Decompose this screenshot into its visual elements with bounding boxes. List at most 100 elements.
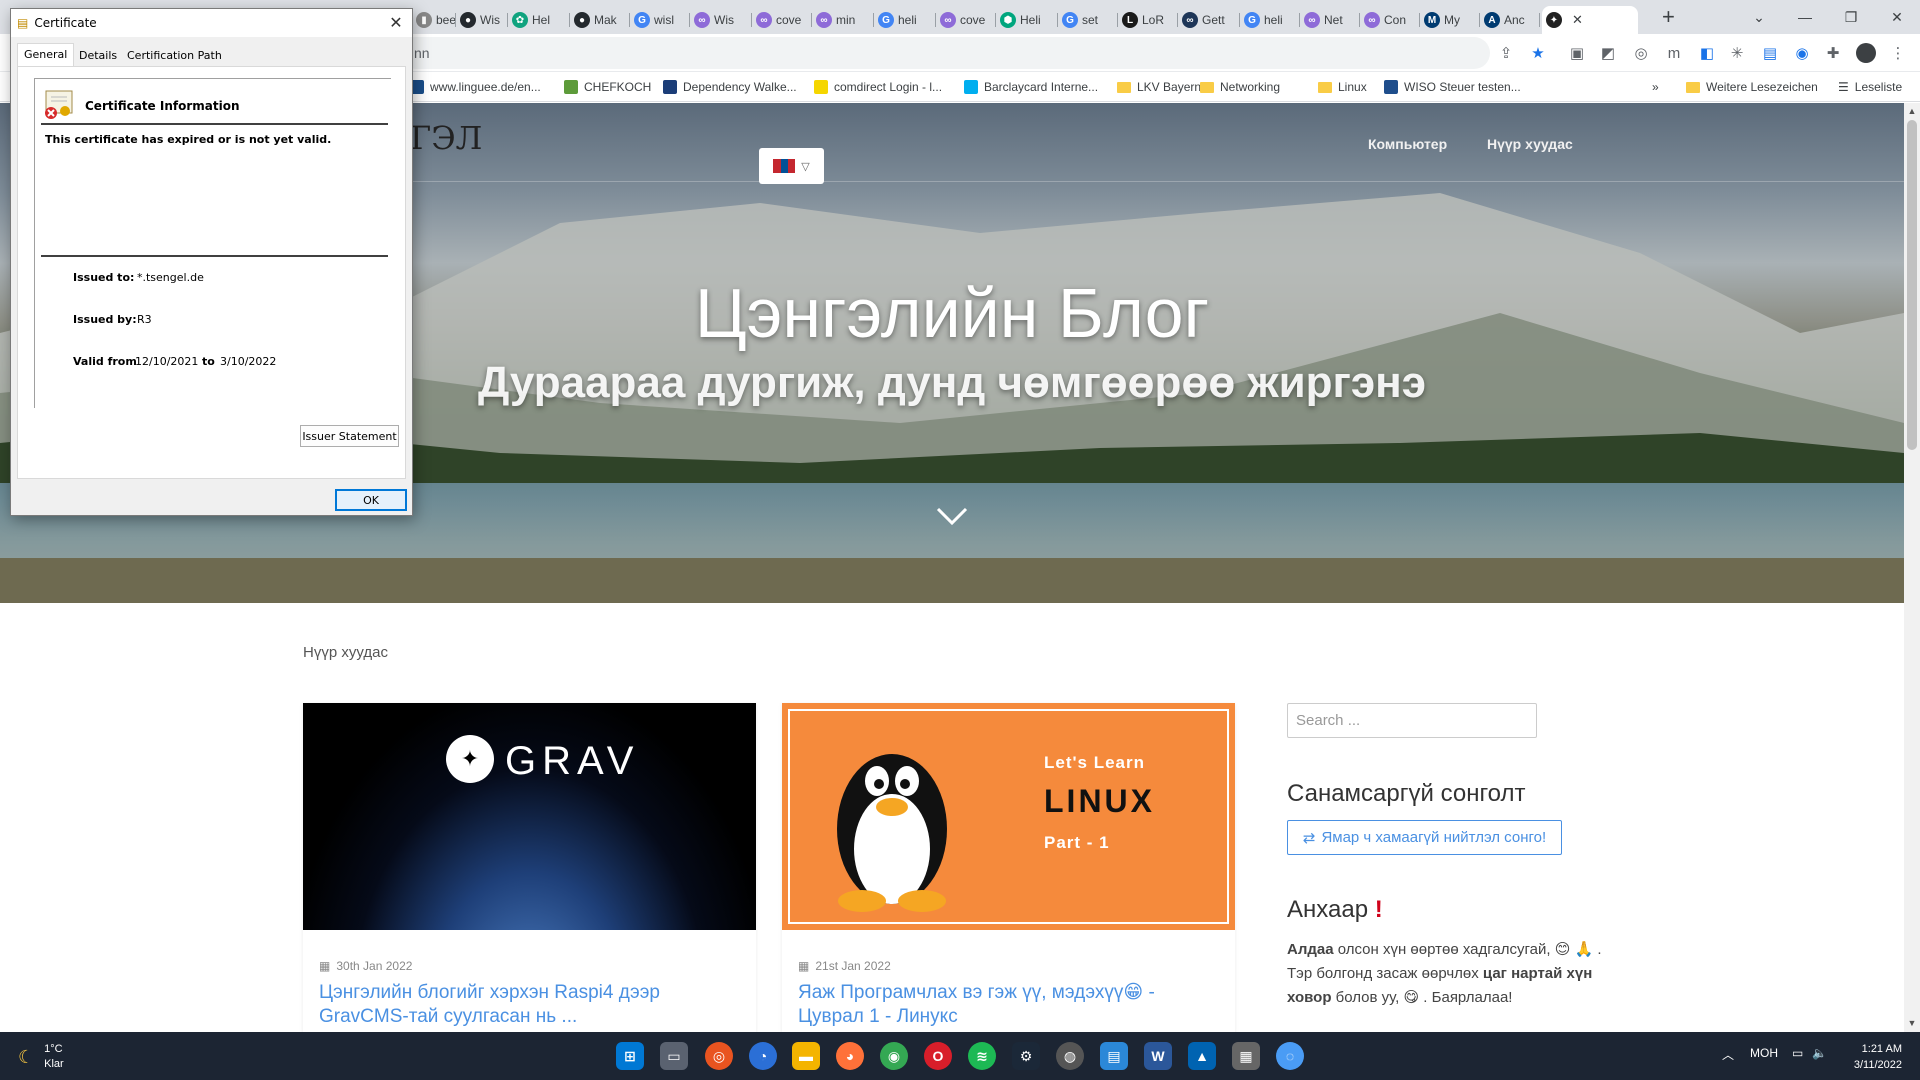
tab-search-icon[interactable]: ⌄ — [1736, 0, 1782, 34]
scrollbar-thumb[interactable] — [1907, 120, 1917, 450]
word-icon[interactable]: W — [1144, 1042, 1172, 1070]
ubuntu-icon[interactable]: ◎ — [705, 1042, 733, 1070]
close-window-button[interactable]: ✕ — [1874, 0, 1920, 34]
post-title[interactable]: Цэнгэлийн блогийг хэрхэн Raspi4 дээр Gra… — [319, 981, 739, 1029]
tab-separator — [1539, 13, 1540, 27]
scroll-down-icon[interactable] — [936, 503, 968, 527]
browser-tab[interactable]: ∞ Wis — [690, 6, 752, 34]
close-icon[interactable]: ✕ — [386, 13, 406, 32]
extension-icon[interactable]: ◎ — [1631, 43, 1651, 63]
ok-button[interactable]: OK — [335, 489, 407, 511]
issuer-statement-button[interactable]: Issuer Statement — [300, 425, 399, 447]
post-title[interactable]: Яаж Програмчлах вэ гэж үү, мэдэхүү😁 - Цу… — [798, 981, 1218, 1029]
reading-list[interactable]: ☰ Leseliste — [1838, 78, 1902, 96]
messenger-icon[interactable]: ◌ — [1276, 1042, 1304, 1070]
obs-icon[interactable]: ◍ — [1056, 1042, 1084, 1070]
spotify-icon[interactable]: ≋ — [968, 1042, 996, 1070]
browser-tab[interactable]: ∞ Gett — [1178, 6, 1240, 34]
network-icon[interactable]: ▭ — [1792, 1046, 1803, 1060]
extension-icon[interactable]: ▤ — [1760, 43, 1780, 63]
browser-tab[interactable]: Gheli — [1240, 6, 1300, 34]
restore-button[interactable]: ❐ — [1828, 0, 1874, 34]
bookmark-item[interactable]: comdirect Login - l... — [814, 78, 942, 96]
volume-icon[interactable]: 🔈 — [1812, 1046, 1827, 1060]
nav-computer[interactable]: Компьютер — [1368, 136, 1447, 152]
scroll-up-arrow[interactable]: ▲ — [1906, 106, 1918, 116]
bookmark-item[interactable]: WISO Steuer testen... — [1384, 78, 1521, 96]
photos-icon[interactable]: ▲ — [1188, 1042, 1216, 1070]
extension-icon[interactable]: m — [1664, 43, 1684, 63]
other-bookmarks[interactable]: Weitere Lesezeichen — [1686, 78, 1818, 96]
browser-tab[interactable]: ⬢ Heli — [996, 6, 1058, 34]
browser-tab[interactable]: ● Mak — [570, 6, 630, 34]
browser-tab[interactable]: ∞ min — [812, 6, 874, 34]
post-image[interactable]: Let's Learn LINUX Part - 1 — [782, 703, 1235, 930]
dialog-titlebar[interactable]: ▤ Certificate ✕ — [11, 9, 412, 37]
bookmark-item[interactable]: Networking — [1200, 78, 1280, 96]
extension-icon[interactable]: ◩ — [1598, 43, 1618, 63]
scroll-down-arrow[interactable]: ▼ — [1906, 1018, 1918, 1028]
extension-icon[interactable]: ✳ — [1727, 43, 1747, 63]
post-image[interactable]: ✦ GRAV — [303, 703, 756, 930]
browser-tab[interactable]: Gheli — [874, 6, 936, 34]
browser-tab[interactable]: M My — [1420, 6, 1480, 34]
bookmark-item[interactable]: Dependency Walke... — [663, 78, 797, 96]
browser-tab[interactable]: ● Wis — [456, 6, 508, 34]
avatar[interactable] — [1856, 43, 1876, 63]
chat-icon[interactable]: ◔ — [749, 1042, 777, 1070]
extension-icon[interactable]: ◧ — [1697, 43, 1717, 63]
notice-text: Алдаа олсон хүн өөртөө хадгалсугай, 😊 🙏 … — [1287, 938, 1607, 1010]
start-button[interactable]: ⊞ — [616, 1042, 644, 1070]
more-bookmarks-button[interactable]: » — [1652, 78, 1659, 96]
bookmark-item[interactable]: CHEFKOCH — [564, 78, 651, 96]
screenshot-icon[interactable]: ▣ — [1567, 43, 1587, 63]
post-card[interactable]: ✦ GRAV ▦ 30th Jan 2022 Цэнгэлийн блогийг … — [303, 703, 756, 1033]
bookmark-item[interactable]: Barclaycard Interne... — [964, 78, 1098, 96]
search-input[interactable]: Search ... — [1287, 703, 1537, 738]
notepad-icon[interactable]: ▤ — [1100, 1042, 1128, 1070]
zoom-icon[interactable]: ◉ — [1792, 43, 1812, 63]
chrome-icon[interactable]: ◉ — [880, 1042, 908, 1070]
chevron-up-icon[interactable]: ︿ — [1722, 1046, 1734, 1063]
nav-home[interactable]: Нүүр хуудас — [1487, 136, 1573, 152]
share-icon[interactable]: ⇪ — [1496, 43, 1516, 63]
site-logo[interactable]: ГЭЛ — [410, 119, 482, 157]
close-tab-icon[interactable]: ✕ — [1572, 12, 1583, 28]
browser-tab[interactable]: L LoR — [1118, 6, 1178, 34]
tab-general[interactable]: General — [17, 43, 75, 67]
language-indicator[interactable]: МОН — [1750, 1046, 1778, 1060]
clock[interactable]: 1:21 AM 3/11/2022 — [1832, 1041, 1902, 1073]
language-selector[interactable]: ▽ — [759, 148, 824, 184]
steam-icon[interactable]: ⚙ — [1012, 1042, 1040, 1070]
browser-tab[interactable]: ∞ Con — [1360, 6, 1420, 34]
browser-tab[interactable]: ∞ cove — [752, 6, 812, 34]
opera-icon[interactable]: O — [924, 1042, 952, 1070]
browser-tab[interactable]: ✿ Hel — [508, 6, 570, 34]
calculator-icon[interactable]: ▦ — [1232, 1042, 1260, 1070]
minimize-button[interactable]: — — [1782, 0, 1828, 34]
browser-tab[interactable]: A Anc — [1480, 6, 1540, 34]
browser-tab[interactable]: ▮ bee — [412, 6, 456, 34]
post-card[interactable]: Let's Learn LINUX Part - 1 ▦ 21st Jan 202… — [782, 703, 1235, 1033]
browser-tab[interactable]: ∞ cove — [936, 6, 996, 34]
new-tab-button[interactable]: + — [1662, 4, 1675, 30]
bookmark-star-icon[interactable]: ★ — [1528, 43, 1548, 63]
random-post-button[interactable]: ⇄ Ямар ч хамаагүй нийтлэл сонго! — [1287, 820, 1562, 855]
link-icon: ∞ — [1304, 12, 1320, 28]
browser-tab[interactable]: Gset — [1058, 6, 1118, 34]
weather-widget[interactable]: ☾ 1°C Klar — [18, 1042, 64, 1072]
browser-tab[interactable]: ∞ Net — [1300, 6, 1360, 34]
browser-tab[interactable]: Gwisl — [630, 6, 690, 34]
puzzle-icon[interactable]: ✚ — [1823, 43, 1843, 63]
task-view-icon[interactable]: ▭ — [660, 1042, 688, 1070]
file-explorer-icon[interactable]: ▬ — [792, 1042, 820, 1070]
bookmark-item[interactable]: LKV Bayern — [1117, 78, 1201, 96]
firefox-icon[interactable]: ◕ — [836, 1042, 864, 1070]
address-bar[interactable]: nn — [400, 37, 1490, 69]
tab-certification-path[interactable]: Certification Path — [121, 45, 228, 67]
tab-details[interactable]: Details — [73, 45, 123, 67]
bookmark-item[interactable]: www.linguee.de/en... — [410, 78, 541, 96]
bookmark-item[interactable]: Linux — [1318, 78, 1367, 96]
menu-icon[interactable]: ⋮ — [1888, 43, 1908, 63]
tab-active[interactable]: ✦ ✕ — [1542, 6, 1638, 34]
